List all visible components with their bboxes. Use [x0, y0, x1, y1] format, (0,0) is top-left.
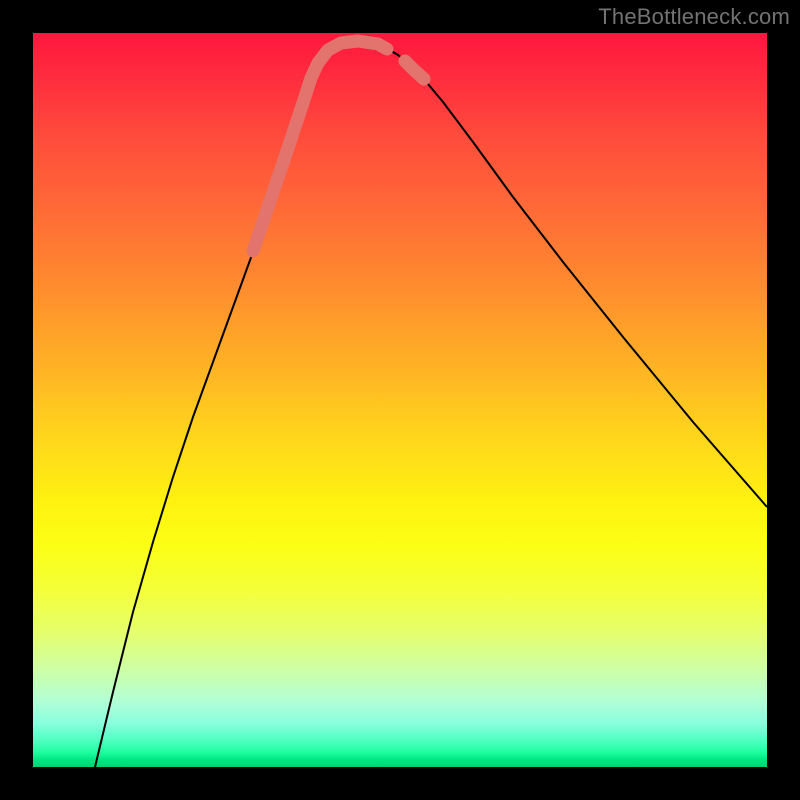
watermark-text: TheBottleneck.com	[598, 4, 790, 30]
marker-band	[253, 41, 387, 251]
plot-area	[33, 33, 767, 767]
curve-line	[95, 40, 767, 767]
chart-stage: TheBottleneck.com	[0, 0, 800, 800]
chart-svg	[33, 33, 767, 767]
marker-dots	[405, 61, 424, 79]
